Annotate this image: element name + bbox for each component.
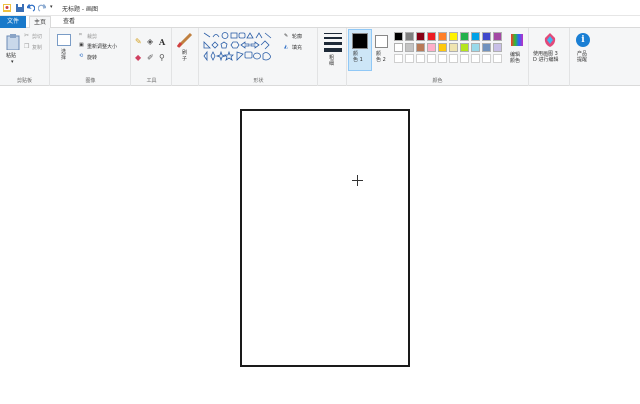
brush-icon[interactable] — [177, 32, 195, 48]
tools-group-label: 工具 — [146, 78, 157, 84]
color-swatch[interactable] — [460, 43, 469, 52]
color-swatch[interactable] — [493, 43, 502, 52]
clipboard-group: 粘贴 ▾ ✂ 剪切 ❐ 复制 剪贴板 — [0, 28, 50, 86]
color-swatch[interactable] — [471, 54, 480, 63]
rotate-icon[interactable]: ⟲ — [79, 53, 83, 59]
crop-icon[interactable]: ⌗ — [79, 32, 82, 38]
customize-quick-access-icon[interactable]: ▾ — [50, 4, 53, 10]
color-swatch[interactable] — [493, 32, 502, 41]
color-palette — [394, 32, 514, 68]
paste-icon[interactable] — [6, 34, 20, 50]
color-swatch[interactable] — [471, 32, 480, 41]
paint3d-group: 使用画图 3 D 进行编辑 — [530, 28, 570, 86]
color-swatch[interactable] — [460, 32, 469, 41]
pencil-icon[interactable]: ✎ — [135, 38, 142, 46]
fill-dropdown-icon[interactable]: ◭ — [284, 44, 288, 50]
fill-icon[interactable]: ◈ — [147, 38, 153, 46]
product-alert-group: i 产品 提醒 — [571, 28, 601, 86]
color-swatch[interactable] — [427, 54, 436, 63]
color-swatch[interactable] — [438, 54, 447, 63]
color-swatch[interactable] — [394, 32, 403, 41]
eraser-icon[interactable]: ◆ — [135, 54, 141, 62]
shapes-group-label: 形状 — [253, 78, 264, 84]
crop-label[interactable]: 裁剪 — [87, 33, 97, 40]
color-swatch[interactable] — [493, 54, 502, 63]
undo-icon[interactable] — [27, 4, 35, 12]
color-swatch[interactable] — [438, 43, 447, 52]
colors-group: 颜 色 1 颜 色 2 编辑 颜色 颜色 — [347, 28, 529, 86]
color-swatch[interactable] — [394, 54, 403, 63]
color-swatch[interactable] — [482, 43, 491, 52]
outline-icon[interactable]: ✎ — [284, 33, 288, 39]
brushes-group: 刷 子 — [173, 28, 199, 86]
color-swatch[interactable] — [449, 54, 458, 63]
color-swatch[interactable] — [405, 32, 414, 41]
cut-icon[interactable]: ✂ — [24, 32, 29, 40]
color-swatch[interactable] — [427, 32, 436, 41]
paint3d-label[interactable]: 使用画图 3 D 进行编辑 — [533, 51, 558, 63]
copy-icon[interactable]: ❐ — [24, 43, 29, 51]
size-label[interactable]: 粗 细 — [329, 55, 334, 67]
colors-group-label: 颜色 — [432, 78, 443, 84]
fill-label[interactable]: 填充 — [292, 44, 302, 51]
color-swatch[interactable] — [460, 54, 469, 63]
color-swatch[interactable] — [394, 43, 403, 52]
tab-file[interactable]: 文件 — [0, 16, 26, 28]
paste-dropdown-icon[interactable]: ▾ — [11, 59, 14, 65]
clipboard-group-label: 剪贴板 — [16, 78, 32, 84]
cut-label[interactable]: 剪切 — [32, 33, 42, 40]
size-group: 粗 细 — [319, 28, 347, 86]
product-alert-icon[interactable]: i — [576, 33, 590, 47]
rotate-label[interactable]: 旋转 — [87, 54, 97, 61]
tab-view[interactable]: 查看 — [58, 16, 80, 28]
save-icon[interactable] — [16, 4, 24, 12]
color-swatch[interactable] — [449, 43, 458, 52]
resize-label[interactable]: 重新调整大小 — [87, 43, 117, 50]
color-swatch[interactable] — [471, 43, 480, 52]
product-alert-label[interactable]: 产品 提醒 — [577, 51, 587, 63]
color-swatch[interactable] — [416, 32, 425, 41]
tab-home[interactable]: 主页 — [29, 16, 51, 28]
select-label[interactable]: 选 择 — [61, 49, 66, 61]
color-swatch[interactable] — [482, 32, 491, 41]
window-title: 无标题 - 画图 — [62, 6, 98, 13]
copy-label[interactable]: 复制 — [32, 44, 42, 51]
color-swatch[interactable] — [405, 54, 414, 63]
color-swatch[interactable] — [438, 32, 447, 41]
text-icon[interactable]: A — [159, 38, 165, 46]
edit-colors-label[interactable]: 编辑 颜色 — [510, 52, 520, 64]
image-group-label: 图像 — [85, 78, 96, 84]
ribbon: 粘贴 ▾ ✂ 剪切 ❐ 复制 剪贴板 选 择 ⌗ 裁剪 ▣ 重新调整大小 ⟲ 旋… — [0, 28, 640, 86]
color-swatch[interactable] — [405, 43, 414, 52]
drawing-canvas[interactable] — [240, 109, 410, 367]
color-swatch[interactable] — [416, 54, 425, 63]
ribbon-tabs: 文件 主页 查看 — [0, 16, 640, 28]
color-swatch[interactable] — [427, 43, 436, 52]
brush-label[interactable]: 刷 子 — [182, 50, 187, 62]
color-swatch[interactable] — [482, 54, 491, 63]
resize-icon[interactable]: ▣ — [79, 42, 84, 48]
redo-icon[interactable] — [38, 4, 46, 12]
color1-label: 颜 色 1 — [353, 51, 363, 63]
color1-swatch — [352, 33, 368, 49]
paste-label[interactable]: 粘贴 — [6, 52, 16, 59]
color-picker-icon[interactable]: ✐ — [147, 54, 154, 62]
size-icon[interactable] — [324, 33, 342, 34]
edit-colors-icon[interactable] — [510, 33, 524, 47]
tools-group: ✎ ◈ A ◆ ✐ ⚲ 工具 — [132, 28, 172, 86]
select-icon[interactable] — [57, 34, 71, 46]
title-bar: ▾ 无标题 - 画图 — [0, 0, 640, 16]
crosshair-cursor-icon — [352, 175, 363, 186]
color2-label[interactable]: 颜 色 2 — [376, 51, 386, 63]
magnifier-icon[interactable]: ⚲ — [159, 54, 165, 62]
paint3d-icon[interactable] — [543, 32, 557, 48]
paint-app-icon — [3, 4, 11, 12]
color-swatch[interactable] — [449, 32, 458, 41]
shapes-group: ✎ 轮廓 ◭ 填充 形状 — [200, 28, 318, 86]
image-group: 选 择 ⌗ 裁剪 ▣ 重新调整大小 ⟲ 旋转 图像 — [51, 28, 131, 86]
shapes-gallery[interactable] — [203, 32, 281, 62]
color2-swatch[interactable] — [375, 35, 388, 48]
color-swatch[interactable] — [416, 43, 425, 52]
outline-label[interactable]: 轮廓 — [292, 33, 302, 40]
